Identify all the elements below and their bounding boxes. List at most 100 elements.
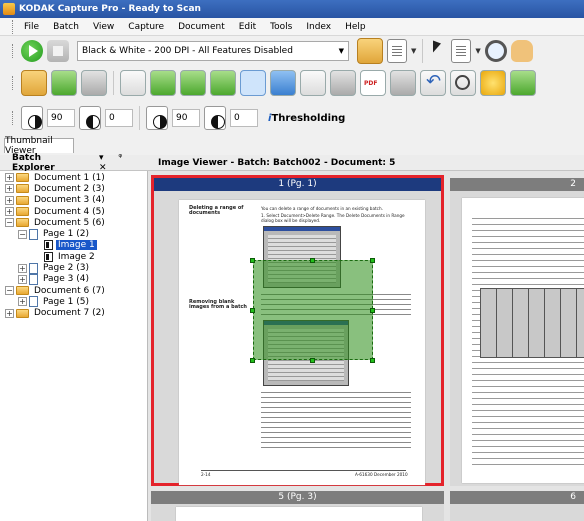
tree-item-page-1[interactable]: − Page 1 (2) — [0, 228, 147, 240]
tree-item-document-4[interactable]: + Document 4 (5) — [0, 206, 147, 217]
rotate-180-icon[interactable] — [210, 70, 236, 96]
pointer-icon[interactable] — [429, 40, 447, 62]
brightness-color-field[interactable]: 90 — [172, 109, 200, 127]
rotate-right-icon[interactable] — [150, 70, 176, 96]
image-caption: 1 (Pg. 1) — [154, 178, 441, 191]
selection-handle-w[interactable] — [250, 308, 255, 313]
tree-item-label: Document 6 (7) — [34, 285, 105, 296]
crop-icon[interactable] — [240, 70, 266, 96]
tree-item-document-7[interactable]: + Document 7 (2) — [0, 308, 147, 319]
selection-handle-s[interactable] — [310, 358, 315, 363]
page-image-rotated[interactable] — [462, 198, 584, 483]
selection-handle-se[interactable] — [370, 358, 375, 363]
rotate-left-icon[interactable] — [180, 70, 206, 96]
page-setup-dropdown-icon[interactable]: ▼ — [411, 47, 416, 55]
image-frame[interactable]: 5 (Pg. 3) — [151, 491, 444, 521]
panel-controls[interactable]: ▾ ᵠ ✕ — [99, 153, 148, 173]
contrast-bw-field[interactable]: 0 — [105, 109, 133, 127]
menu-document[interactable]: Document — [171, 22, 232, 32]
selection-handle-nw[interactable] — [250, 258, 255, 263]
image-viewer-header: Image Viewer - Batch: Batch002 - Documen… — [148, 155, 584, 171]
menu-index[interactable]: Index — [299, 22, 338, 32]
expand-icon[interactable]: + — [18, 274, 27, 284]
job-setup-select[interactable]: Black & White - 200 DPI - All Features D… — [77, 41, 349, 61]
insert-page-icon[interactable] — [300, 70, 326, 96]
view-page-icon[interactable] — [451, 39, 472, 63]
tree-item-image-2[interactable]: Image 2 — [0, 251, 147, 262]
ithresholding-button[interactable]: iThresholding — [268, 113, 345, 124]
selection-handle-e[interactable] — [370, 308, 375, 313]
image-icon — [44, 251, 53, 262]
menu-help[interactable]: Help — [338, 22, 373, 32]
tree-item-label: Page 3 (4) — [43, 274, 89, 285]
tree-item-page-2[interactable]: + Page 2 (3) — [0, 262, 147, 274]
page-image[interactable] — [176, 507, 422, 521]
page-text-lines-2 — [261, 390, 411, 450]
rescan-icon[interactable] — [270, 70, 296, 96]
tree-item-document-3[interactable]: + Document 3 (4) — [0, 195, 147, 206]
tree-item-document-6[interactable]: − Document 6 (7) — [0, 285, 147, 296]
image-frame[interactable]: 2 — [450, 178, 584, 486]
stop-scan-icon[interactable] — [47, 40, 69, 62]
menu-view[interactable]: View — [86, 22, 121, 32]
menu-file[interactable]: File — [17, 22, 46, 32]
print-icon[interactable] — [330, 70, 356, 96]
job-setup-icon[interactable] — [357, 38, 383, 64]
expand-icon[interactable]: + — [5, 308, 14, 318]
expand-icon[interactable]: + — [5, 207, 14, 217]
tree-item-label: Document 7 (2) — [34, 308, 105, 319]
tree-item-document-1[interactable]: + Document 1 (1) — [0, 172, 147, 183]
job-setup-value: Black & White - 200 DPI - All Features D… — [82, 46, 293, 56]
selection-handle-sw[interactable] — [250, 358, 255, 363]
finish-batch-flag-icon[interactable] — [81, 70, 107, 96]
undo-icon[interactable] — [420, 70, 446, 96]
open-batch-icon[interactable] — [51, 70, 77, 96]
pdf-icon[interactable] — [360, 70, 386, 96]
menu-capture[interactable]: Capture — [121, 22, 171, 32]
menu-edit[interactable]: Edit — [232, 22, 263, 32]
delete-trash-icon[interactable] — [390, 70, 416, 96]
magnifier-icon[interactable] — [484, 40, 507, 62]
tree-item-label: Page 1 (5) — [43, 296, 89, 307]
expand-icon[interactable]: + — [5, 173, 14, 183]
collapse-icon[interactable]: − — [18, 229, 27, 239]
expand-icon[interactable]: + — [18, 263, 27, 273]
expand-icon[interactable]: + — [5, 184, 14, 194]
folder-icon — [16, 184, 29, 194]
pan-hand-icon[interactable] — [510, 40, 533, 62]
view-dropdown-icon[interactable]: ▼ — [475, 47, 480, 55]
expand-icon[interactable]: + — [5, 195, 14, 205]
tree-item-document-5[interactable]: − Document 5 (6) — [0, 217, 147, 228]
tree-item-document-2[interactable]: + Document 2 (3) — [0, 183, 147, 194]
contrast-color-field[interactable]: 0 — [230, 109, 258, 127]
menu-batch[interactable]: Batch — [46, 22, 86, 32]
selection-handle-ne[interactable] — [370, 258, 375, 263]
selection-handle-n[interactable] — [310, 258, 315, 263]
collapse-icon[interactable]: − — [5, 218, 14, 228]
tab-thumbnail-viewer[interactable]: Thumbnail Viewer — [4, 136, 74, 156]
next-icon[interactable] — [510, 70, 536, 96]
collapse-icon[interactable]: − — [5, 286, 14, 296]
tree-item-page-1-doc6[interactable]: + Page 1 (5) — [0, 296, 147, 308]
page-setup-icon[interactable] — [387, 39, 407, 63]
zoom-icon[interactable] — [450, 70, 476, 96]
image-frame-selected[interactable]: 1 (Pg. 1) Deleting a range of documents … — [151, 175, 444, 486]
app-icon — [3, 3, 15, 15]
page-step: 1. Select Document>Delete Range. The Del… — [261, 213, 405, 223]
tree-item-image-1[interactable]: Image 1 — [0, 240, 147, 251]
image-caption: 2 — [450, 178, 584, 191]
highlight-icon[interactable] — [480, 70, 506, 96]
image-frame[interactable]: 6 — [450, 491, 584, 521]
batch-explorer-header: Batch Explorer ▾ ᵠ ✕ — [0, 153, 148, 173]
expand-icon[interactable]: + — [18, 297, 27, 307]
page-icon — [29, 262, 38, 274]
new-batch-icon[interactable] — [21, 70, 47, 96]
image-caption: 6 — [450, 491, 584, 504]
keyboard-icon[interactable] — [120, 70, 146, 96]
menu-tools[interactable]: Tools — [263, 22, 299, 32]
brightness-bw-field[interactable]: 90 — [47, 109, 75, 127]
crop-selection[interactable] — [253, 260, 373, 360]
folder-icon — [16, 195, 29, 205]
start-scan-icon[interactable] — [21, 40, 43, 62]
tree-item-page-3[interactable]: + Page 3 (4) — [0, 273, 147, 285]
